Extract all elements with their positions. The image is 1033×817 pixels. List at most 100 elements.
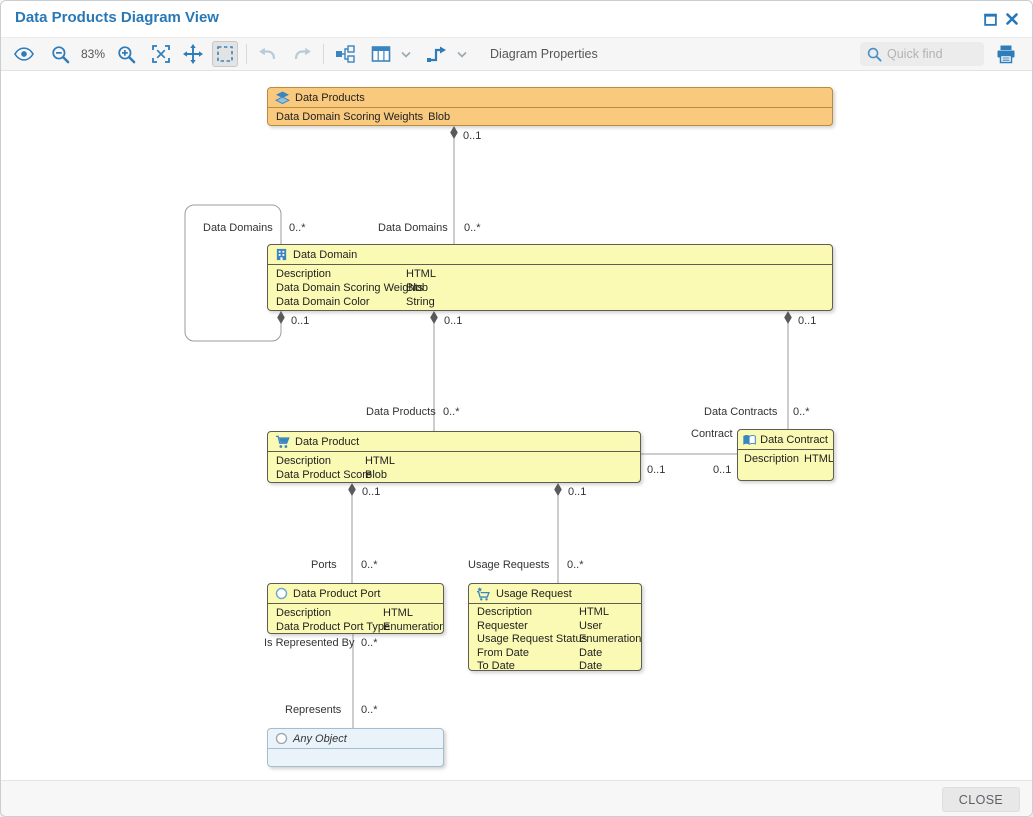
entity-title: Data Contract [760,434,828,446]
attribute-row: From DateDate [469,647,641,661]
diagram-canvas[interactable]: 0..1 Data Domains 0..* Data Domains 0..*… [1,71,1033,780]
zoom-level: 83% [81,47,105,61]
cart-request-icon [476,587,491,601]
multiplicity-label: 0..* [464,222,481,234]
connector-style-button[interactable] [424,41,450,67]
attribute-row: RequesterUser [469,620,641,634]
multiplicity-label: 0..* [289,222,306,234]
entity-usage-request[interactable]: Usage Request DescriptionHTML RequesterU… [468,583,642,671]
layers-icon [275,91,290,104]
multiplicity-label: 0..1 [647,464,665,476]
chevron-down-icon [457,51,467,58]
title-bar: Data Products Diagram View [1,1,1032,37]
close-dialog-button[interactable]: CLOSE [942,787,1020,812]
entity-title: Data Products [295,92,365,104]
role-label: Data Domains [203,222,273,234]
attribute-row: Usage Request StatusEnumeration [469,633,641,647]
multiplicity-label: 0..1 [713,464,731,476]
preview-eye-button[interactable] [11,41,37,67]
object-circle-icon [275,732,288,745]
entity-title: Data Product Port [293,588,380,600]
quick-find-box[interactable] [860,42,984,66]
attribute-row: DescriptionHTML [738,452,833,466]
print-icon [996,45,1016,64]
toolbar-separator [246,44,247,64]
maximize-icon [983,12,998,27]
attribute-row: DescriptionHTML [268,454,640,468]
marquee-select-button[interactable] [212,41,238,67]
table-view-dropdown[interactable] [398,41,414,67]
multiplicity-label: 0..* [361,559,378,571]
multiplicity-label: 0..* [567,559,584,571]
multiplicity-label: 0..1 [362,486,380,498]
undo-icon [258,47,278,61]
multiplicity-label: 0..* [793,406,810,418]
entity-data-domain[interactable]: Data Domain DescriptionHTML Data Domain … [267,244,833,311]
maximize-button[interactable] [981,10,999,28]
entity-title: Data Product [295,436,359,448]
attribute-row: Data Domain Scoring WeightsBlob [268,281,832,295]
book-icon [743,434,756,446]
quick-find-input[interactable] [887,47,977,61]
connector-style-dropdown[interactable] [454,41,470,67]
role-label: Usage Requests [468,559,549,571]
diagram-toolbar: 83% [1,37,1032,71]
pan-move-button[interactable] [180,41,206,67]
zoom-in-icon [117,45,136,64]
multiplicity-label: 0..1 [444,315,462,327]
multiplicity-label: 0..* [443,406,460,418]
role-label: Contract [691,428,733,440]
zoom-out-button[interactable] [47,41,73,67]
multiplicity-label: 0..* [361,637,378,649]
zoom-out-icon [51,45,70,64]
dialog-footer: CLOSE [1,780,1032,817]
role-label: Ports [311,559,337,571]
entity-data-products[interactable]: Data Products Data Domain Scoring Weight… [267,87,833,126]
role-label: Data Products [366,406,436,418]
search-icon [867,47,882,62]
entity-title: Data Domain [293,249,357,261]
role-label: Is Represented By [264,637,355,649]
chevron-down-icon [401,51,411,58]
role-label: Represents [285,704,341,716]
role-label: Data Domains [378,222,448,234]
entity-data-product[interactable]: Data Product DescriptionHTML Data Produc… [267,431,641,483]
zoom-in-button[interactable] [113,41,139,67]
cart-icon [275,435,290,449]
role-label: Data Contracts [704,406,777,418]
entity-title: Usage Request [496,588,572,600]
close-icon [1005,12,1019,26]
layout-icon [335,44,355,64]
multiplicity-label: 0..1 [798,315,816,327]
diagram-properties-button[interactable]: Diagram Properties [490,47,598,61]
attribute-row: Data Product ScoreBlob [268,468,640,482]
multiplicity-label: 0..1 [568,486,586,498]
empty-attribute-area [268,749,443,766]
move-icon [183,44,203,64]
table-icon [371,45,391,63]
entity-any-object[interactable]: Any Object [267,728,444,767]
page-title: Data Products Diagram View [15,9,219,26]
attribute-row: DescriptionHTML [469,606,641,620]
table-view-button[interactable] [368,41,394,67]
entity-title: Any Object [293,733,347,745]
close-button[interactable] [1003,10,1021,28]
entity-data-product-port[interactable]: Data Product Port DescriptionHTML Data P… [267,583,444,634]
multiplicity-label: 0..* [361,704,378,716]
redo-button[interactable] [289,41,315,67]
undo-button[interactable] [255,41,281,67]
diagram-view-dialog: Data Products Diagram View 83% [0,0,1033,817]
multiplicity-label: 0..1 [463,130,481,142]
connector-lines [1,71,1033,780]
attribute-row: DescriptionHTML [268,606,443,620]
eye-icon [14,47,34,61]
attribute-row: Data Domain Scoring WeightsBlob [268,110,832,124]
auto-layout-button[interactable] [332,41,358,67]
attribute-row: DescriptionHTML [268,267,832,281]
attribute-row: Data Product Port TypeEnumeration [268,620,443,634]
print-button[interactable] [993,41,1019,67]
entity-data-contract[interactable]: Data Contract DescriptionHTML [737,429,834,481]
building-icon [275,248,288,261]
circle-icon [275,587,288,600]
zoom-to-fit-button[interactable] [148,41,174,67]
